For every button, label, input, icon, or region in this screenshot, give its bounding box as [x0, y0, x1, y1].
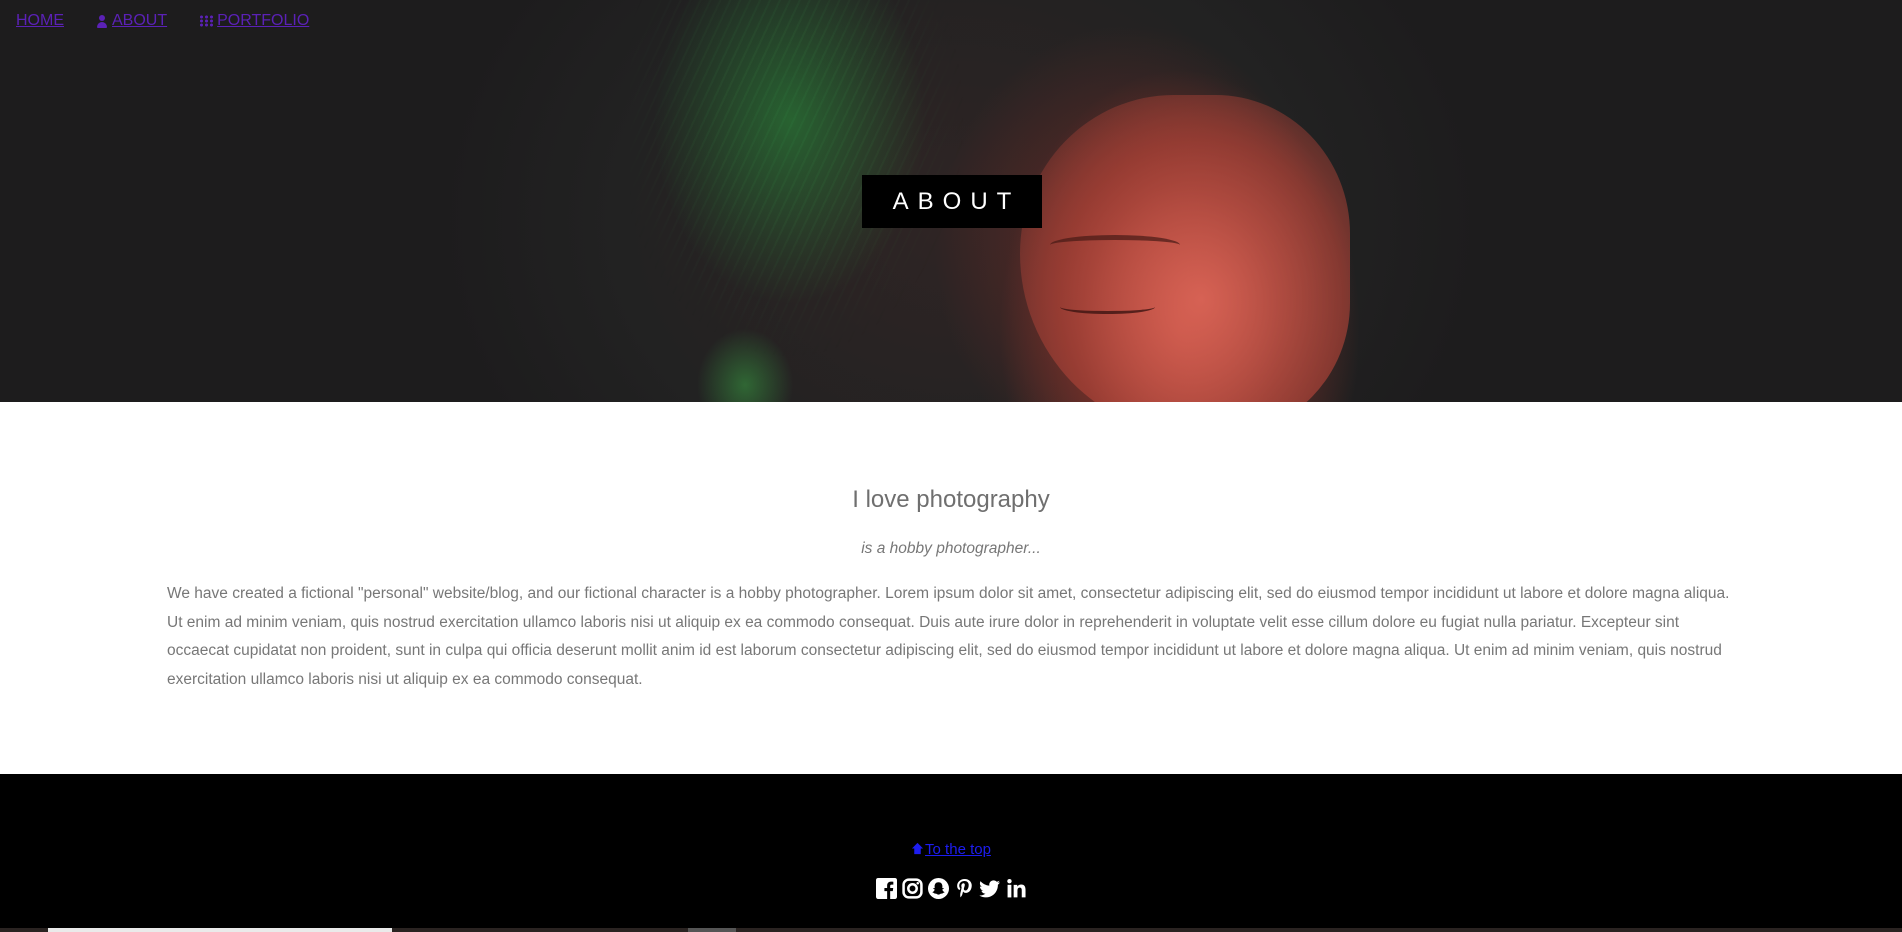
snapchat-icon[interactable] — [927, 877, 949, 899]
linkedin-icon[interactable] — [1005, 877, 1027, 899]
nav-item-portfolio[interactable]: PORTFOLIO — [199, 12, 309, 30]
hero-banner: HOME ABOUT PORTFOLIO ABOUT — [0, 0, 1902, 402]
nav-item-label: PORTFOLIO — [217, 12, 310, 29]
arrow-up-icon — [911, 842, 924, 855]
hero-photo-eye — [1060, 300, 1155, 314]
facebook-icon[interactable] — [875, 877, 897, 899]
twitter-icon[interactable] — [979, 877, 1001, 899]
page-title: ABOUT — [862, 175, 1042, 228]
user-icon — [96, 14, 108, 28]
pinterest-icon[interactable] — [953, 877, 975, 899]
social-links — [0, 877, 1902, 899]
strip-segment — [688, 928, 736, 932]
grid-icon — [199, 15, 214, 27]
to-top-label: To the top — [925, 841, 991, 858]
about-subheading: is a hobby photographer... — [861, 540, 1041, 557]
about-body: We have created a fictional "personal" w… — [167, 585, 1730, 689]
hero-photo-brow — [1050, 235, 1180, 255]
footer: To the top — [0, 774, 1902, 932]
bottom-strip — [0, 928, 1902, 932]
about-section: I love photography is a hobby photograph… — [0, 402, 1902, 774]
instagram-icon[interactable] — [901, 877, 923, 899]
about-heading: I love photography — [852, 486, 1050, 513]
to-top-link[interactable]: To the top — [911, 841, 991, 858]
nav-item-about[interactable]: ABOUT — [96, 12, 167, 30]
nav-item-home[interactable]: HOME — [16, 12, 64, 30]
nav-item-label: ABOUT — [112, 12, 168, 29]
to-top-container: To the top — [0, 841, 1902, 858]
strip-segment — [48, 928, 392, 932]
top-nav: HOME ABOUT PORTFOLIO — [16, 12, 309, 30]
nav-item-label: HOME — [16, 12, 64, 29]
